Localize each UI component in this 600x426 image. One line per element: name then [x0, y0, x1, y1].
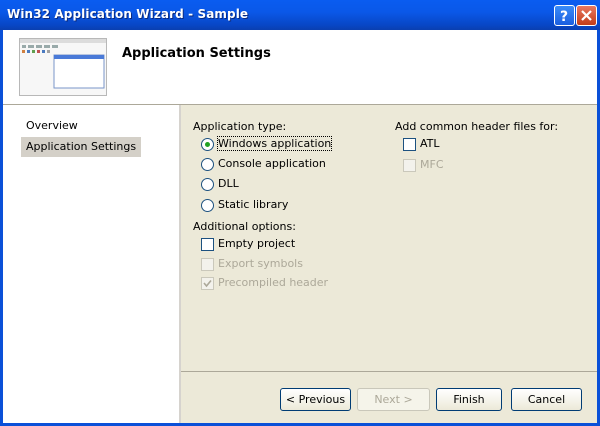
close-button[interactable] — [576, 5, 597, 26]
wizard-client-area: Application Settings Overview Applicatio… — [3, 30, 597, 423]
wizard-window: Win32 Application Wizard - Sample ? Appl… — [0, 0, 600, 426]
checkmark-icon — [203, 279, 212, 288]
wizard-sidebar: Overview Application Settings — [3, 105, 179, 423]
footer-divider — [181, 371, 597, 372]
sidebar-divider — [179, 105, 181, 423]
checkbox-label-mfc: MFC — [420, 158, 444, 171]
help-button[interactable]: ? — [554, 5, 575, 26]
checkbox-label-empty-project[interactable]: Empty project — [218, 237, 295, 250]
checkbox-label-atl[interactable]: ATL — [420, 137, 440, 150]
radio-label-windows-application[interactable]: Windows application — [216, 136, 333, 151]
next-button[interactable]: Next > — [357, 388, 430, 411]
common-headers-label: Add common header files for: — [395, 120, 559, 133]
checkbox-label-export-symbols: Export symbols — [218, 257, 303, 270]
additional-options-label: Additional options: — [193, 220, 296, 233]
radio-static-library[interactable] — [201, 199, 214, 212]
radio-console-application[interactable] — [201, 158, 214, 171]
window-title: Win32 Application Wizard - Sample — [7, 7, 249, 21]
close-icon — [581, 10, 592, 21]
radio-selected-dot — [205, 142, 210, 147]
checkbox-label-precompiled-header: Precompiled header — [218, 276, 329, 289]
title-bar[interactable]: Win32 Application Wizard - Sample ? — [0, 0, 600, 30]
application-window-icon — [19, 38, 107, 96]
wizard-header: Application Settings — [3, 30, 597, 105]
page-title: Application Settings — [122, 46, 271, 61]
checkbox-atl[interactable] — [403, 138, 416, 151]
radio-dll[interactable] — [201, 178, 214, 191]
cancel-button[interactable]: Cancel — [511, 388, 582, 411]
radio-label-static-library[interactable]: Static library — [218, 198, 288, 211]
checkbox-mfc — [403, 159, 416, 172]
sidebar-item-application-settings[interactable]: Application Settings — [21, 137, 142, 157]
application-type-label: Application type: — [193, 120, 287, 133]
previous-button[interactable]: < Previous — [280, 388, 351, 411]
radio-label-dll[interactable]: DLL — [218, 177, 239, 190]
radio-label-console-application[interactable]: Console application — [218, 157, 326, 170]
radio-windows-application[interactable] — [201, 138, 214, 151]
help-icon: ? — [560, 9, 568, 25]
finish-button[interactable]: Finish — [436, 388, 502, 411]
svg-text:?: ? — [560, 9, 568, 25]
sidebar-item-label: Application Settings — [26, 140, 137, 153]
sidebar-item-label: Overview — [26, 119, 78, 132]
checkbox-empty-project[interactable] — [201, 238, 214, 251]
checkbox-export-symbols — [201, 258, 214, 271]
checkbox-precompiled-header — [201, 277, 214, 290]
sidebar-item-overview[interactable]: Overview — [21, 116, 83, 136]
